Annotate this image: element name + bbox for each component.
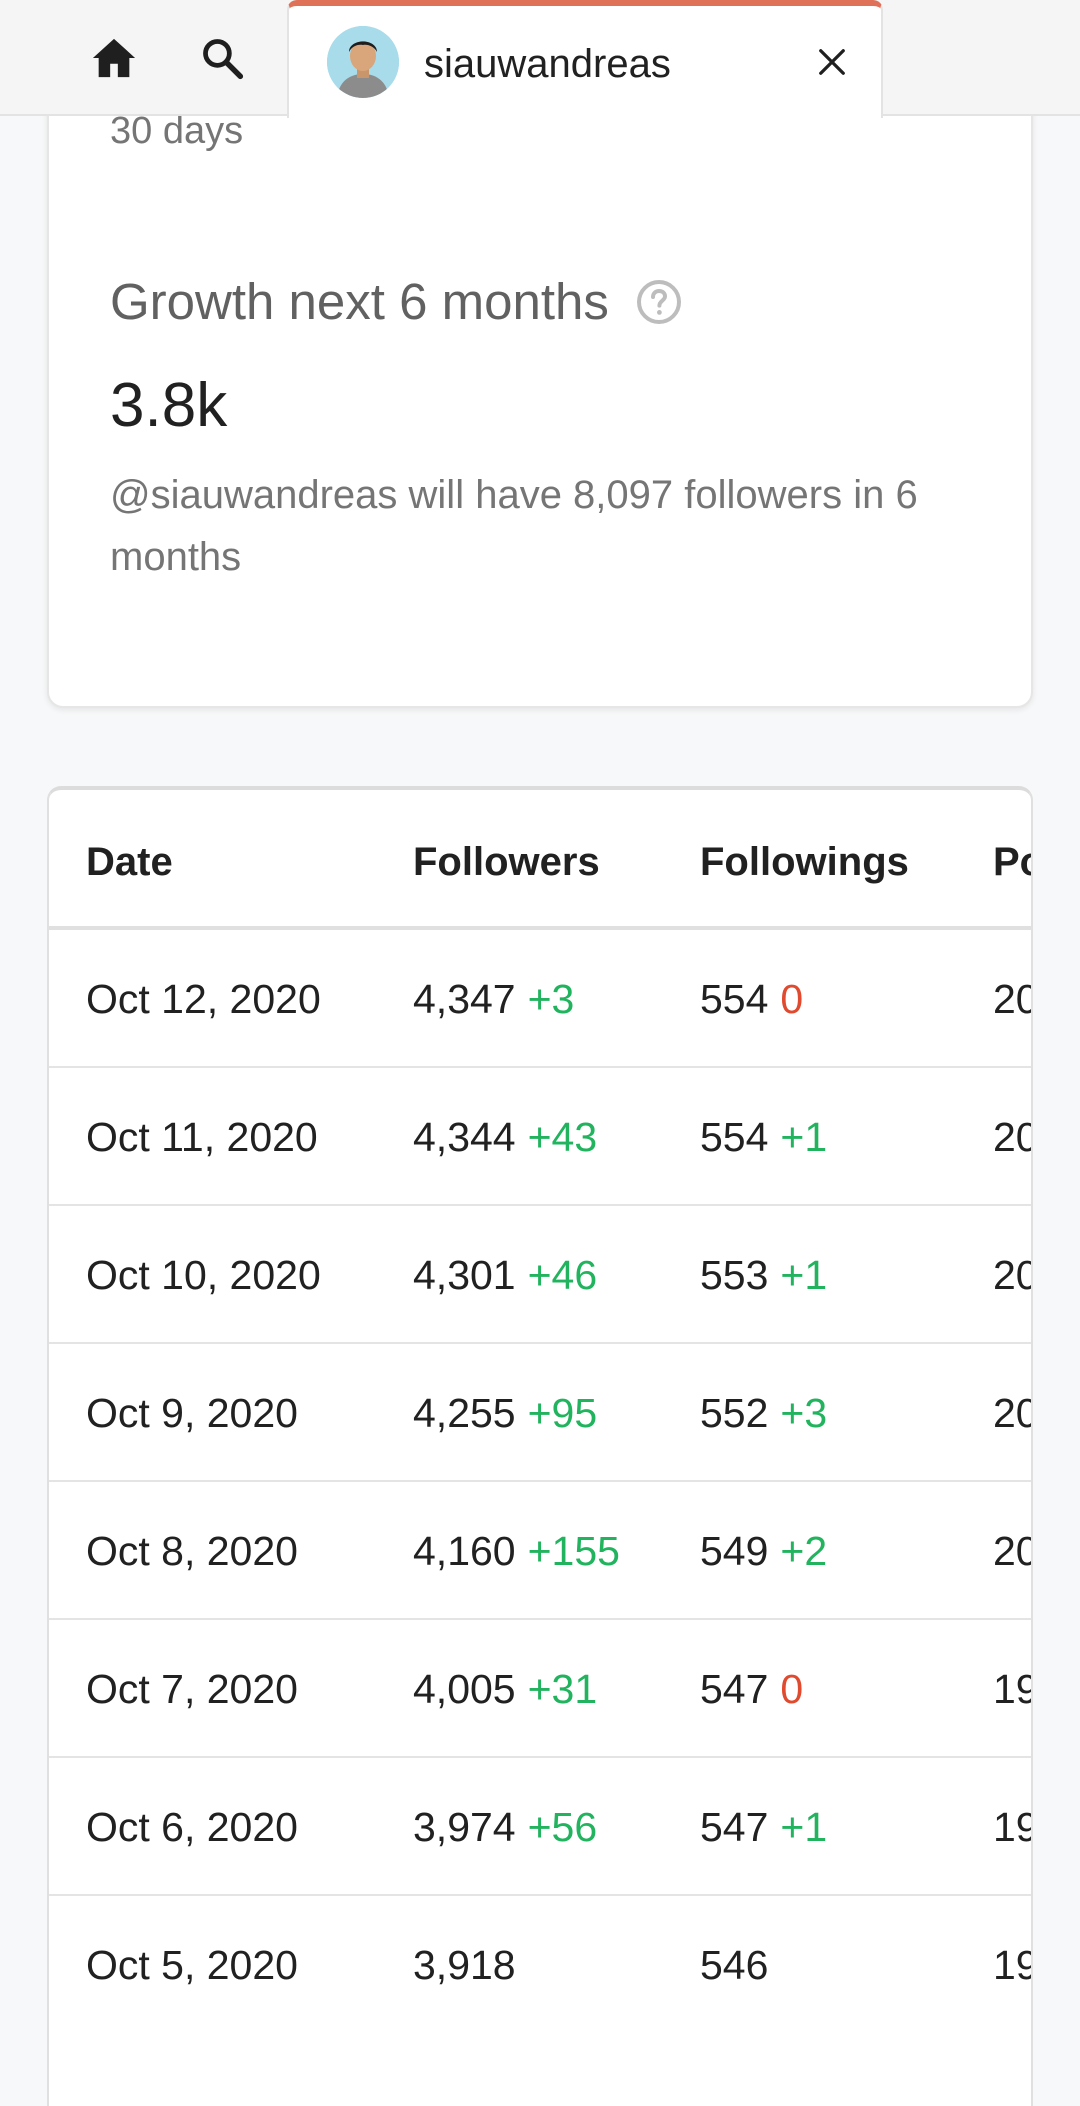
cell-followers: 3,974 +56: [413, 1802, 597, 1852]
cell-date: Oct 7, 2020: [86, 1666, 298, 1712]
followers-value: 4,301: [413, 1252, 516, 1298]
followers-delta: +43: [527, 1114, 598, 1160]
growth-card: 30 days Growth next 6 months 3.8k @siauw…: [47, 60, 1033, 708]
cell-posts: 20: [993, 1390, 1031, 1436]
growth-description: @siauwandreas will have 8,097 followers …: [110, 473, 918, 579]
tab-title: siauwandreas: [424, 42, 671, 86]
followings-value: 554: [700, 976, 769, 1022]
cell-followings: 554 0: [700, 974, 803, 1024]
table-row: Oct 11, 2020 4,344+43 554+1 20: [49, 1068, 1031, 1206]
home-icon: [92, 38, 136, 78]
cell-posts: 19: [993, 1666, 1031, 1712]
followings-delta: +1: [780, 1804, 828, 1850]
stats-table: Date Followers Followings Posts Oct 12, …: [47, 786, 1033, 2106]
followings-delta: +1: [780, 1252, 828, 1298]
cell-posts: 20: [993, 976, 1031, 1022]
help-icon[interactable]: [635, 278, 683, 326]
search-button[interactable]: [190, 26, 254, 90]
cell-followings: 549 +2: [700, 1526, 827, 1576]
previous-period-label: 30 days: [110, 110, 244, 152]
followings-delta: +2: [780, 1528, 828, 1574]
cell-followings: 552 +3: [700, 1388, 827, 1438]
followers-value: 3,974: [413, 1804, 516, 1850]
followers-value: 4,005: [413, 1666, 516, 1712]
followings-delta: 0: [780, 976, 804, 1022]
followings-value: 547: [700, 1804, 769, 1850]
tab-bar: siauwandreas: [0, 0, 1080, 118]
followings-value: 546: [700, 1942, 769, 1988]
header-posts[interactable]: Posts: [993, 838, 1031, 886]
cell-posts: 20: [993, 1114, 1031, 1160]
cell-followers: 4,005 +31: [413, 1664, 597, 1714]
cell-followers: 4,347 +3: [413, 974, 574, 1024]
followings-value: 553: [700, 1252, 769, 1298]
followers-value: 4,344: [413, 1114, 516, 1160]
growth-value: 3.8k: [110, 371, 228, 440]
followers-delta: +95: [527, 1390, 598, 1436]
table-row: Oct 7, 2020 4,005+31 5470 19: [49, 1620, 1031, 1758]
table-row: Oct 9, 2020 4,255+95 552+3 20: [49, 1344, 1031, 1482]
cell-followers: 3,918: [413, 1940, 516, 1990]
followers-value: 4,347: [413, 976, 516, 1022]
followings-delta: 0: [780, 1666, 804, 1712]
cell-followings: 547 0: [700, 1664, 803, 1714]
cell-posts: 19: [993, 1942, 1031, 1988]
cell-followings: 554 +1: [700, 1112, 827, 1162]
growth-title: Growth next 6 months: [110, 272, 683, 332]
cell-followers: 4,344 +43: [413, 1112, 597, 1162]
followers-delta: +56: [527, 1804, 598, 1850]
cell-date: Oct 5, 2020: [86, 1942, 298, 1988]
followers-delta: +3: [527, 976, 575, 1022]
cell-posts: 20: [993, 1528, 1031, 1574]
header-date[interactable]: Date: [86, 838, 173, 886]
followings-value: 549: [700, 1528, 769, 1574]
tab-siauwandreas[interactable]: siauwandreas: [287, 0, 883, 118]
followers-value: 3,918: [413, 1942, 516, 1988]
table-row: Oct 10, 2020 4,301+46 553+1 20: [49, 1206, 1031, 1344]
close-tab-button[interactable]: [808, 38, 856, 86]
followers-value: 4,255: [413, 1390, 516, 1436]
cell-date: Oct 12, 2020: [86, 976, 321, 1022]
cell-date: Oct 8, 2020: [86, 1528, 298, 1574]
followings-value: 552: [700, 1390, 769, 1436]
followers-value: 4,160: [413, 1528, 516, 1574]
table-row: Oct 8, 2020 4,160+155 549+2 20: [49, 1482, 1031, 1620]
followings-delta: +3: [780, 1390, 828, 1436]
cell-date: Oct 6, 2020: [86, 1804, 298, 1850]
close-icon: [819, 49, 845, 75]
cell-date: Oct 10, 2020: [86, 1252, 321, 1298]
cell-followings: 553 +1: [700, 1250, 827, 1300]
table-row: Oct 5, 2020 3,918 546 19: [49, 1896, 1031, 2034]
followers-delta: +31: [527, 1666, 598, 1712]
cell-posts: 20: [993, 1252, 1031, 1298]
cell-followings: 546: [700, 1940, 768, 1990]
cell-followers: 4,301 +46: [413, 1250, 597, 1300]
followers-delta: +46: [527, 1252, 598, 1298]
cell-followers: 4,160 +155: [413, 1526, 620, 1576]
cell-followings: 547 +1: [700, 1802, 827, 1852]
cell-followers: 4,255 +95: [413, 1388, 597, 1438]
cell-date: Oct 9, 2020: [86, 1390, 298, 1436]
followings-delta: +1: [780, 1114, 828, 1160]
table-row: Oct 6, 2020 3,974+56 547+1 19: [49, 1758, 1031, 1896]
followers-delta: +155: [527, 1528, 620, 1574]
avatar: [327, 26, 399, 98]
header-followings[interactable]: Followings: [700, 838, 909, 886]
header-followers[interactable]: Followers: [413, 838, 600, 886]
table-header: Date Followers Followings Posts: [49, 790, 1031, 930]
home-button[interactable]: [82, 26, 146, 90]
search-icon: [203, 39, 244, 80]
followings-value: 554: [700, 1114, 769, 1160]
cell-posts: 19: [993, 1804, 1031, 1850]
growth-title-text: Growth next 6 months: [110, 273, 609, 330]
table-row: Oct 12, 2020 4,347+3 5540 20: [49, 930, 1031, 1068]
cell-date: Oct 11, 2020: [86, 1114, 318, 1160]
followings-value: 547: [700, 1666, 769, 1712]
